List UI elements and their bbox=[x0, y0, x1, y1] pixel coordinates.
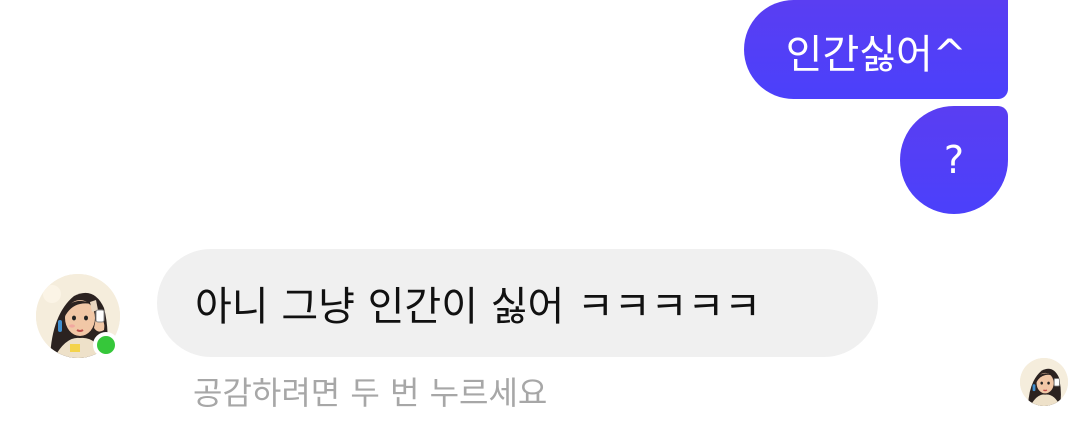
reaction-hint: 공감하려면 두 번 누르세요 bbox=[193, 374, 548, 412]
sent-message-text: 인간싫어^ bbox=[785, 31, 967, 78]
sent-message-bubble[interactable]: ? bbox=[900, 106, 1008, 214]
sent-message-bubble[interactable]: 인간싫어^ bbox=[744, 0, 1008, 99]
online-status-indicator bbox=[93, 332, 119, 358]
sent-message-text: ? bbox=[943, 138, 965, 182]
read-receipt-avatar-icon bbox=[1020, 358, 1068, 406]
received-message-text: 아니 그냥 인간이 싫어 ㅋㅋㅋㅋㅋ bbox=[195, 284, 762, 330]
received-message-bubble[interactable]: 아니 그냥 인간이 싫어 ㅋㅋㅋㅋㅋ bbox=[157, 249, 878, 357]
